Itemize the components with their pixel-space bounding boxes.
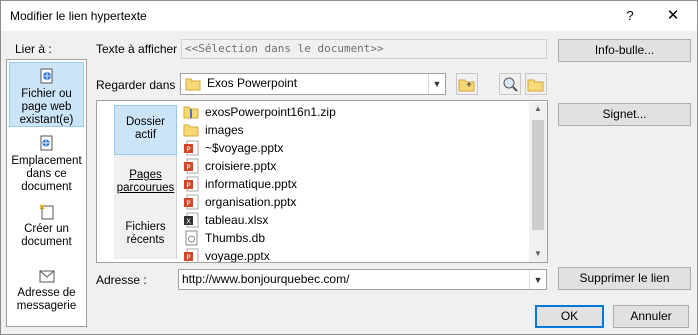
close-button[interactable]: ✕ [661,5,685,27]
vertical-scrollbar[interactable]: ▲ ▼ [529,102,547,262]
folder-icon [183,124,199,137]
new-document-icon [38,204,53,220]
up-folder-button[interactable] [456,73,478,95]
globe-file-icon [40,68,52,84]
tab-browsed-pages[interactable]: Pages parcourues [114,163,177,203]
list-item[interactable]: images [183,121,244,139]
address-label: Adresse : [96,273,147,287]
link-to-email-label: Adresse de messagerie [16,287,77,312]
list-item[interactable]: P organisation.pptx [183,193,296,211]
link-to-existing-file-label: Fichier ou page web existant(e) [19,88,74,126]
display-text-input[interactable]: <<Sélection dans le document>> [181,39,547,59]
file-list: exosPowerpoint16n1.zip images P ~$voyage… [179,102,529,262]
link-to-email[interactable]: Adresse de messagerie [9,262,84,322]
link-to-new-document-label: Créer un document [21,223,72,248]
title-bar: Modifier le lien hypertexte ? ✕ [1,1,697,31]
browse-file-button[interactable] [525,73,547,95]
chevron-down-icon[interactable]: ▼ [428,74,445,94]
remove-link-button[interactable]: Supprimer le lien [558,267,691,290]
svg-text:P: P [186,254,190,262]
scroll-up-icon[interactable]: ▲ [529,104,547,113]
list-item[interactable]: exosPowerpoint16n1.zip [183,103,336,121]
look-in-label: Regarder dans : [96,78,183,92]
cancel-button[interactable]: Annuler [613,305,689,328]
ok-button[interactable]: OK [535,305,604,328]
list-item[interactable]: P informatique.pptx [183,175,297,193]
file-browser: Dossier actif Pages parcourues Fichiers … [96,100,548,263]
link-to-existing-file[interactable]: Fichier ou page web existant(e) [9,62,84,127]
list-item[interactable]: Thumbs.db [183,229,265,247]
scroll-down-icon[interactable]: ▼ [529,249,547,258]
pptx-icon: P [184,176,199,192]
browser-tabs: Dossier actif Pages parcourues Fichiers … [114,105,177,259]
svg-text:X: X [186,218,191,226]
folder-icon [185,78,201,91]
bookmark-button[interactable]: Signet... [558,103,691,126]
tab-current-folder[interactable]: Dossier actif [114,105,177,155]
tab-recent-files[interactable]: Fichiers récents [114,215,177,255]
open-folder-icon [527,79,544,92]
svg-text:P: P [186,200,190,208]
pptx-icon: P [184,158,199,174]
link-to-panel: Fichier ou page web existant(e) Emplacem… [6,59,87,327]
hyperlink-dialog: Modifier le lien hypertexte ? ✕ Lier à :… [0,0,698,335]
list-item[interactable]: X tableau.xlsx [183,211,268,229]
link-to-label: Lier à : [15,42,52,56]
link-to-place-in-document[interactable]: Emplacement dans ce document [9,130,84,193]
link-to-place-label: Emplacement dans ce document [11,155,82,193]
look-in-select[interactable]: Exos Powerpoint ▼ [180,73,446,95]
link-to-new-document[interactable]: Créer un document [9,198,84,248]
address-value: http://www.bonjourquebec.com/ [182,272,350,286]
display-text-label: Texte à afficher : [96,42,184,56]
xlsx-icon: X [184,212,199,228]
window-title: Modifier le lien hypertexte [10,9,147,23]
pptx-icon: P [184,248,199,262]
list-item[interactable]: P croisiere.pptx [183,157,276,175]
document-place-icon [40,135,52,151]
pptx-icon: P [184,140,199,156]
scrollbar-thumb[interactable] [532,120,544,230]
email-icon [39,270,54,283]
db-file-icon [185,230,198,246]
look-in-value: Exos Powerpoint [207,76,298,90]
zip-folder-icon [183,106,199,119]
svg-text:P: P [186,182,190,190]
pptx-icon: P [184,194,199,210]
folder-up-icon [458,79,475,92]
help-button[interactable]: ? [619,5,641,27]
list-item[interactable]: P voyage.pptx [183,247,270,262]
browse-web-icon [503,77,518,92]
chevron-down-icon[interactable]: ▼ [529,270,546,289]
svg-text:P: P [186,164,190,172]
tooltip-button[interactable]: Info-bulle... [558,39,691,62]
list-item[interactable]: P ~$voyage.pptx [183,139,283,157]
svg-text:P: P [186,146,190,154]
browse-web-button[interactable] [499,73,521,95]
address-input[interactable]: http://www.bonjourquebec.com/ ▼ [178,269,547,290]
